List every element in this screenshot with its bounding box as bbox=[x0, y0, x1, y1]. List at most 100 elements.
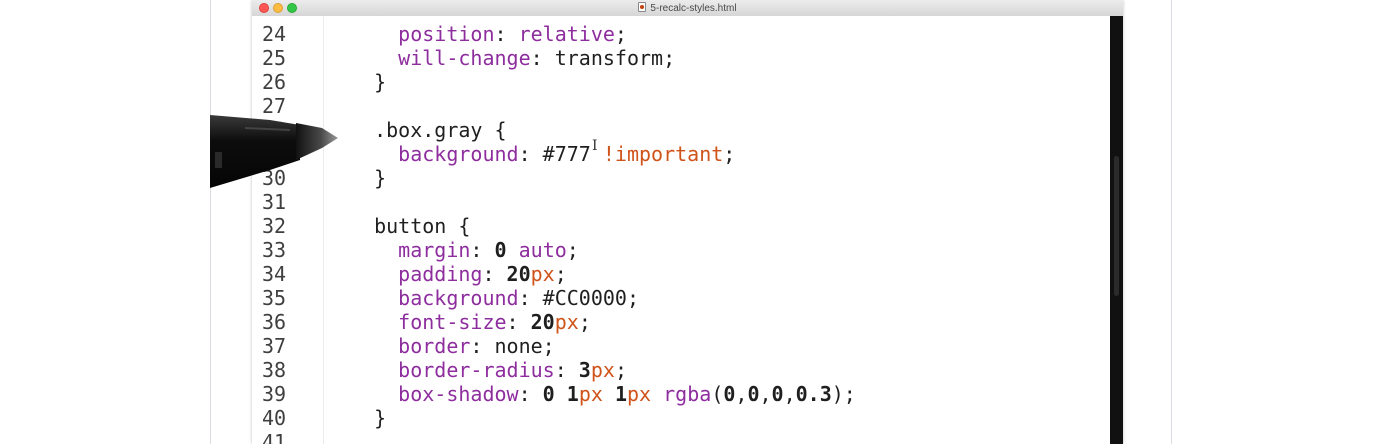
code-token: : bbox=[554, 358, 579, 382]
code-token: 20 bbox=[530, 310, 555, 334]
code-line[interactable]: 37 border: none; bbox=[252, 334, 1110, 358]
code-token: ; bbox=[554, 262, 567, 286]
line-number: 30 bbox=[262, 166, 287, 190]
window-title: 5-recalc-styles.html bbox=[252, 2, 1123, 15]
line-number: 26 bbox=[262, 70, 287, 94]
code-token: : #CC0000; bbox=[518, 286, 639, 310]
page-border-left bbox=[210, 0, 211, 444]
line-number: 32 bbox=[262, 214, 287, 238]
code-token: 1 bbox=[614, 382, 627, 406]
line-number: 39 bbox=[262, 382, 287, 406]
code-token: .box.gray { bbox=[350, 118, 507, 142]
code-line[interactable]: 29 background: #777 !important; bbox=[252, 142, 1110, 166]
code-text: margin: 0 auto; bbox=[350, 238, 579, 262]
code-text: will-change: transform; bbox=[350, 46, 675, 70]
editor-window: 5-recalc-styles.html 24 position: relati… bbox=[252, 0, 1123, 444]
line-number: 35 bbox=[262, 286, 287, 310]
code-line[interactable]: 38 border-radius: 3px; bbox=[252, 358, 1110, 382]
code-token: 0 bbox=[723, 382, 736, 406]
scrollbar-thumb[interactable] bbox=[1114, 156, 1119, 296]
code-token: box-shadow bbox=[350, 382, 519, 406]
code-token: : bbox=[482, 262, 507, 286]
code-text: box-shadow: 0 1px 1px rgba(0,0,0,0.3); bbox=[350, 382, 856, 406]
code-token: 1 bbox=[566, 382, 579, 406]
code-token: button { bbox=[350, 214, 471, 238]
code-token: font-size bbox=[350, 310, 507, 334]
code-token: ; bbox=[614, 358, 627, 382]
code-token: 3 bbox=[578, 358, 591, 382]
code-token: } bbox=[350, 406, 387, 430]
html-file-icon bbox=[638, 2, 647, 12]
code-text: } bbox=[350, 166, 386, 190]
code-text: } bbox=[350, 70, 386, 94]
line-number: 41 bbox=[262, 430, 287, 444]
code-line[interactable]: 25 will-change: transform; bbox=[252, 46, 1110, 70]
line-number: 37 bbox=[262, 334, 287, 358]
code-token: auto bbox=[518, 238, 567, 262]
code-token: margin bbox=[350, 238, 471, 262]
line-number: 27 bbox=[262, 94, 287, 118]
code-line[interactable]: 27 bbox=[252, 94, 1110, 118]
code-token: 20 bbox=[506, 262, 531, 286]
code-token: ; bbox=[723, 142, 736, 166]
code-line[interactable]: 30 } bbox=[252, 166, 1110, 190]
line-number: 34 bbox=[262, 262, 287, 286]
code-line[interactable]: 34 padding: 20px; bbox=[252, 262, 1110, 286]
code-text: } bbox=[350, 406, 386, 430]
code-token: border bbox=[350, 334, 471, 358]
line-number: 25 bbox=[262, 46, 287, 70]
vertical-scrollbar[interactable] bbox=[1110, 16, 1123, 444]
code-token: : bbox=[470, 238, 495, 262]
line-number: 31 bbox=[262, 190, 287, 214]
code-line[interactable]: 39 box-shadow: 0 1px 1px rgba(0,0,0,0.3)… bbox=[252, 382, 1110, 406]
code-text: button { bbox=[350, 214, 470, 238]
code-line[interactable]: 36 font-size: 20px; bbox=[252, 310, 1110, 334]
code-line[interactable]: 35 background: #CC0000; bbox=[252, 286, 1110, 310]
title-bar[interactable]: 5-recalc-styles.html bbox=[252, 0, 1123, 17]
code-token: will-change bbox=[350, 46, 531, 70]
code-line[interactable]: 31 bbox=[252, 190, 1110, 214]
code-token: : #777 bbox=[518, 142, 603, 166]
window-title-text: 5-recalc-styles.html bbox=[650, 3, 737, 14]
code-text: background: #CC0000; bbox=[350, 286, 639, 310]
code-token: relative bbox=[518, 22, 615, 46]
line-number: 36 bbox=[262, 310, 287, 334]
code-token: ; bbox=[578, 310, 591, 334]
code-token: , bbox=[735, 382, 748, 406]
code-line[interactable]: 33 margin: 0 auto; bbox=[252, 238, 1110, 262]
code-token: ; bbox=[614, 22, 627, 46]
code-editor[interactable]: 24 position: relative; 25 will-change: tr… bbox=[252, 16, 1110, 444]
code-token: px bbox=[627, 382, 652, 406]
code-text: position: relative; bbox=[350, 22, 627, 46]
code-line[interactable]: 41 bbox=[252, 430, 1110, 444]
code-token: : bbox=[506, 310, 531, 334]
code-text: font-size: 20px; bbox=[350, 310, 591, 334]
line-number: 38 bbox=[262, 358, 287, 382]
code-text: border-radius: 3px; bbox=[350, 358, 627, 382]
code-token: : none; bbox=[470, 334, 555, 358]
i-beam-cursor-icon: I bbox=[592, 138, 598, 154]
code-token: ( bbox=[711, 382, 724, 406]
code-token: px bbox=[590, 358, 615, 382]
code-line[interactable]: 24 position: relative; bbox=[252, 22, 1110, 46]
code-token: background bbox=[350, 286, 519, 310]
code-line[interactable]: 28 .box.gray { bbox=[252, 118, 1110, 142]
code-token: } bbox=[350, 166, 387, 190]
line-number: 40 bbox=[262, 406, 287, 430]
line-number: 28 bbox=[262, 118, 287, 142]
code-token: } bbox=[350, 70, 387, 94]
code-token: , bbox=[759, 382, 772, 406]
code-line[interactable]: 32 button { bbox=[252, 214, 1110, 238]
code-line[interactable]: 26 } bbox=[252, 70, 1110, 94]
code-text: background: #777 !important; bbox=[350, 142, 735, 166]
code-text: .box.gray { bbox=[350, 118, 507, 142]
code-line[interactable]: 40 } bbox=[252, 406, 1110, 430]
code-token: rgba bbox=[663, 382, 712, 406]
code-token: background bbox=[350, 142, 519, 166]
code-text: border: none; bbox=[350, 334, 555, 358]
code-token: px bbox=[578, 382, 603, 406]
